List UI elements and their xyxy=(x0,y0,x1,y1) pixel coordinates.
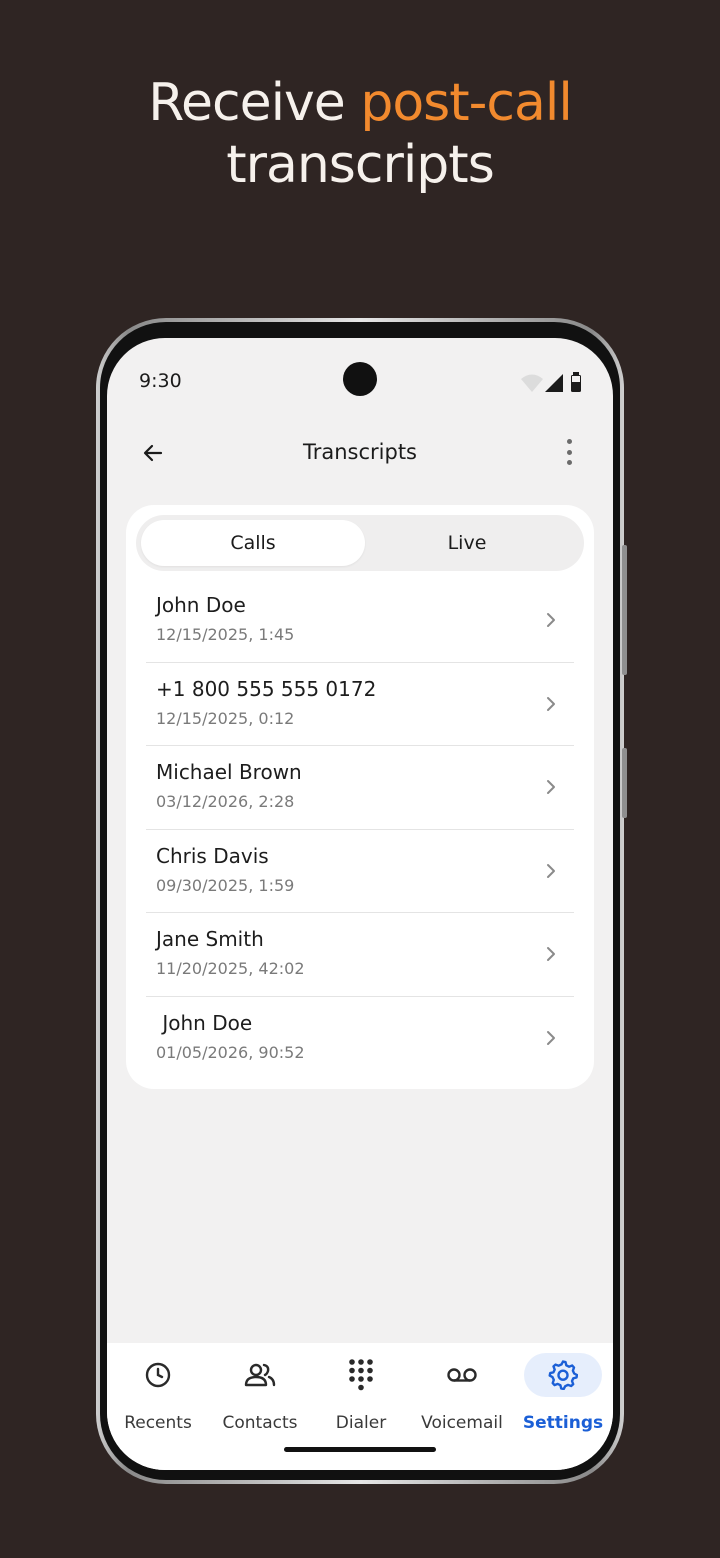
nav-item-recents[interactable]: Recents xyxy=(108,1353,208,1433)
caller-name: Chris Davis xyxy=(156,843,269,868)
chevron-right-icon xyxy=(547,1030,555,1045)
transcript-type-tabs: Calls Live xyxy=(136,515,584,571)
clock-icon xyxy=(119,1353,197,1397)
caller-name: Jane Smith xyxy=(156,927,264,952)
list-item[interactable]: +1 800 555 555 0172 12/15/2025, 0:12 xyxy=(146,663,574,747)
nav-item-voicemail[interactable]: Voicemail xyxy=(412,1353,512,1433)
call-date-duration: 03/12/2026, 2:28 xyxy=(156,792,295,812)
call-date-duration: 12/15/2025, 1:45 xyxy=(156,625,295,644)
caller-name: Michael Brown xyxy=(156,760,302,785)
list-item[interactable]: Jane Smith 11/20/2025, 42:02 xyxy=(146,913,574,997)
call-transcript-list: John Doe 12/15/2025, 1:45 +1 800 555 555 0… xyxy=(146,579,574,1081)
dialpad-icon xyxy=(322,1353,400,1397)
nav-item-dialer[interactable]: Dialer xyxy=(311,1353,411,1433)
people-icon xyxy=(221,1353,299,1397)
call-date-duration: 11/20/2025, 42:02 xyxy=(156,959,305,979)
wifi-icon xyxy=(521,374,543,392)
list-item[interactable]: Michael Brown 03/12/2026, 2:28 xyxy=(146,746,574,830)
home-indicator[interactable] xyxy=(284,1447,436,1452)
chevron-right-icon xyxy=(547,696,555,711)
status-icons xyxy=(521,372,581,392)
headline-accent: post-call xyxy=(360,73,572,133)
transcripts-card: Calls Live John Doe 12/15/2025, 1:45 +1 80… xyxy=(126,505,594,1089)
call-date-duration: 12/15/2025, 0:12 xyxy=(156,708,295,728)
gear-icon xyxy=(524,1353,602,1397)
caller-name: John Doe xyxy=(156,593,246,617)
more-options-button[interactable] xyxy=(557,436,581,468)
voicemail-icon xyxy=(423,1353,501,1397)
caller-name: +1 800 555 555 0172 xyxy=(156,676,377,701)
signal-icon xyxy=(545,374,563,392)
list-item[interactable]: John Doe 01/05/2026, 90:52 xyxy=(146,997,574,1081)
promo-headline: Receive post-call transcripts xyxy=(0,72,720,196)
status-time: 9:30 xyxy=(139,370,182,392)
headline-part-2: transcripts xyxy=(226,135,495,195)
call-date-duration: 01/05/2026, 90:52 xyxy=(156,1042,305,1062)
more-vertical-icon xyxy=(566,439,572,444)
chevron-right-icon xyxy=(547,947,555,962)
nav-label: Settings xyxy=(522,1413,604,1433)
nav-item-contacts[interactable]: Contacts xyxy=(210,1353,310,1433)
chevron-right-icon xyxy=(547,613,555,627)
power-button xyxy=(622,545,627,675)
phone-screen: 9:30 Transcripts Calls Live John Doe 12/1… xyxy=(107,338,613,1470)
list-item[interactable]: Chris Davis 09/30/2025, 1:59 xyxy=(146,830,574,914)
nav-item-settings[interactable]: Settings xyxy=(513,1353,613,1433)
headline-part-1: Receive xyxy=(148,73,361,133)
chevron-right-icon xyxy=(547,780,555,795)
list-item[interactable]: John Doe 12/15/2025, 1:45 xyxy=(146,579,574,663)
caller-name: John Doe xyxy=(156,1010,253,1035)
chevron-right-icon xyxy=(547,863,555,878)
tab-live[interactable]: Live xyxy=(355,520,579,566)
volume-button xyxy=(622,748,627,818)
tab-calls[interactable]: Calls xyxy=(141,520,365,566)
page-title: Transcripts xyxy=(302,440,417,464)
call-date-duration: 09/30/2025, 1:59 xyxy=(156,875,295,895)
front-camera xyxy=(343,362,377,396)
